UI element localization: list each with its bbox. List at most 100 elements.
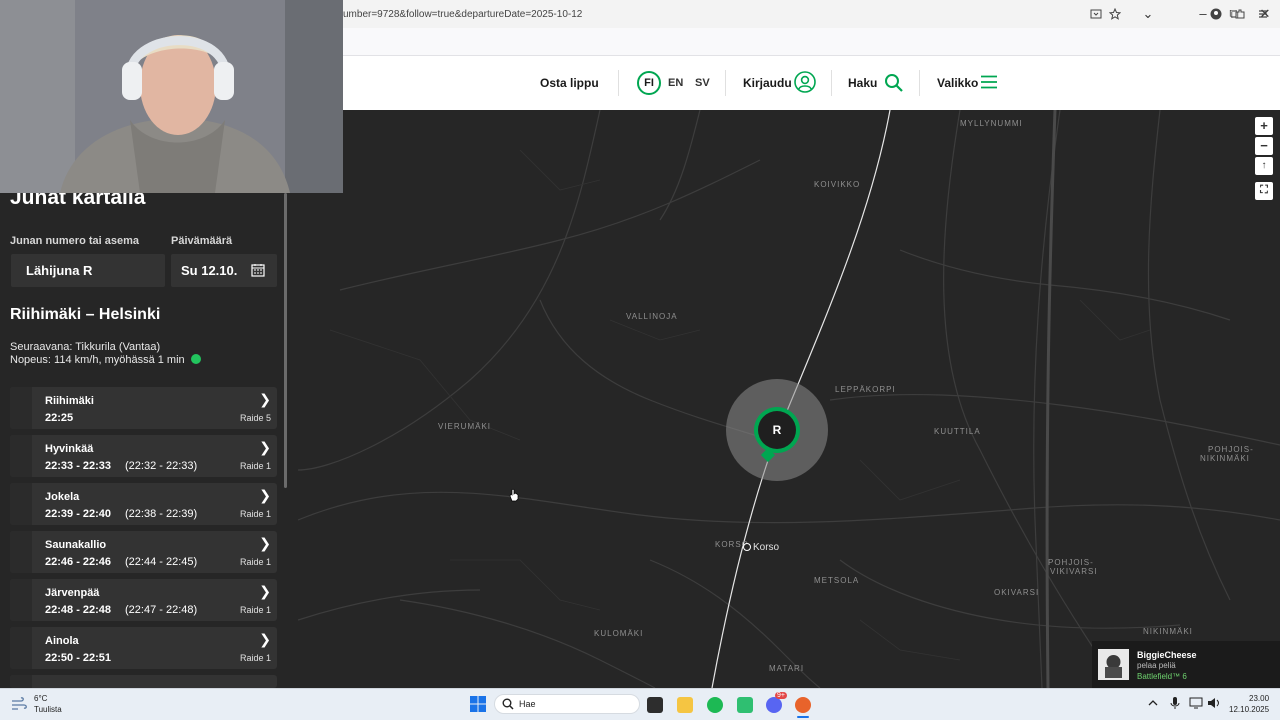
- stop-time: 22:39 - 22:40: [45, 508, 112, 520]
- speed-text: Nopeus: 114 km/h, myöhässä 1 min: [10, 354, 185, 366]
- map-label: NIKINMÄKI: [1200, 454, 1250, 463]
- fullscreen-button[interactable]: ⛶: [1255, 182, 1273, 200]
- stop-track: Raide 1: [239, 461, 271, 471]
- status-dot: [190, 354, 201, 364]
- tray-chevron-up-icon[interactable]: [1148, 699, 1158, 707]
- stop-scheduled-time: (22:44 - 22:45): [125, 556, 198, 568]
- url-text[interactable]: umber=9728&follow=true&departureDate=202…: [343, 9, 582, 20]
- discord-icon[interactable]: [766, 697, 782, 713]
- header-divider: [618, 70, 619, 96]
- chevron-right-icon: ❯: [259, 631, 271, 647]
- search-icon: [502, 698, 514, 710]
- browser-menu-icon[interactable]: [1257, 8, 1269, 20]
- chevron-right-icon: ❯: [259, 535, 271, 551]
- map-label: KUUTTILA: [934, 427, 981, 436]
- stop-name: Järvenpää: [45, 587, 100, 599]
- sidebar-scrollbar[interactable]: [284, 193, 287, 488]
- stop-item[interactable]: Saunakallio 22:46 - 22:46 (22:44 - 22:45…: [10, 531, 277, 573]
- app-icon[interactable]: [737, 697, 753, 713]
- stop-item[interactable]: Jokela 22:39 - 22:40 (22:38 - 22:39) Rai…: [10, 483, 277, 525]
- stop-scheduled-time: (22:38 - 22:39): [125, 508, 198, 520]
- network-icon[interactable]: [1189, 697, 1203, 709]
- game-activity-notification[interactable]: BiggieCheese pelaa peliä Battlefield™ 6: [1092, 641, 1280, 688]
- map-label: MYLLYNUMMI: [960, 119, 1023, 128]
- wind-weather-icon[interactable]: [11, 697, 27, 711]
- taskbar-search-box[interactable]: [494, 694, 640, 714]
- train-marker-label[interactable]: R: [758, 411, 796, 449]
- spotify-icon[interactable]: [707, 697, 723, 713]
- buy-ticket-link[interactable]: Osta lippu: [540, 76, 599, 90]
- map-label: LEPPÄKORPI: [835, 385, 896, 394]
- chevron-right-icon: ❯: [259, 583, 271, 599]
- search-icon[interactable]: [884, 73, 904, 93]
- stop-time: 22:50 - 22:51: [45, 652, 112, 664]
- station-marker[interactable]: [743, 543, 751, 551]
- stop-item[interactable]: Riihimäki 22:25 Raide 5 ❯: [10, 387, 277, 429]
- stop-name: Riihimäki: [45, 395, 94, 407]
- user-icon[interactable]: [794, 71, 816, 93]
- stop-name: Hyvinkää: [45, 443, 94, 455]
- hamburger-menu-icon[interactable]: [980, 75, 998, 89]
- notification-username: BiggieCheese: [1137, 650, 1197, 660]
- notification-game: Battlefield™ 6: [1137, 672, 1187, 681]
- stop-item[interactable]: [10, 675, 277, 688]
- avatar: [1098, 649, 1129, 680]
- chevron-right-icon: ❯: [259, 439, 271, 455]
- map-label: NIKINMÄKI: [1143, 627, 1193, 636]
- map-label: VIERUMÄKI: [438, 422, 492, 431]
- weather-temp[interactable]: 6°C: [34, 694, 47, 703]
- tab-list-icon[interactable]: ⌄: [1138, 6, 1158, 22]
- lang-fi-button[interactable]: FI: [637, 71, 661, 95]
- login-link[interactable]: Kirjaudu: [743, 76, 792, 90]
- file-explorer-icon[interactable]: [677, 697, 693, 713]
- map-label: OKIVARSI: [994, 588, 1040, 597]
- stop-name: Jokela: [45, 491, 80, 503]
- reader-view-icon[interactable]: [1090, 8, 1102, 20]
- search-link[interactable]: Haku: [848, 76, 877, 90]
- reset-north-button[interactable]: ↑: [1255, 157, 1273, 175]
- map-label: MATARI: [769, 664, 805, 673]
- bookmark-star-icon[interactable]: [1109, 8, 1121, 20]
- taskbar-search-placeholder[interactable]: Hae: [519, 699, 536, 709]
- stop-progress-strip: [10, 675, 32, 688]
- weather-desc[interactable]: Tuulista: [34, 705, 62, 714]
- map-label: KOIVIKKO: [814, 180, 861, 189]
- account-icon[interactable]: [1210, 8, 1222, 20]
- notification-badge: 9+: [775, 692, 787, 699]
- stop-item[interactable]: Ainola 22:50 - 22:51 Raide 1 ❯: [10, 627, 277, 669]
- chevron-right-icon: ❯: [259, 391, 271, 407]
- clock-date[interactable]: 12.10.2025: [1229, 705, 1269, 714]
- task-view-icon[interactable]: [647, 697, 663, 713]
- station-label: Korso: [753, 542, 780, 553]
- zoom-in-button[interactable]: +: [1255, 117, 1273, 135]
- calendar-icon[interactable]: [251, 263, 265, 277]
- speed-status: Nopeus: 114 km/h, myöhässä 1 min: [10, 354, 201, 366]
- stop-item[interactable]: Hyvinkää 22:33 - 22:33 (22:32 - 22:33) R…: [10, 435, 277, 477]
- windows-start-icon[interactable]: [470, 696, 486, 712]
- volume-icon[interactable]: [1207, 697, 1221, 709]
- stop-time: 22:25: [45, 412, 74, 424]
- lang-sv-button[interactable]: SV: [695, 77, 710, 89]
- firefox-icon[interactable]: [795, 697, 811, 713]
- train-search-input[interactable]: Lähijuna R: [11, 254, 165, 287]
- stop-name: Ainola: [45, 635, 79, 647]
- stop-track: Raide 1: [239, 653, 271, 663]
- stop-track: Raide 5: [239, 413, 271, 423]
- lang-en-button[interactable]: EN: [668, 77, 683, 89]
- microphone-icon[interactable]: [1170, 697, 1180, 710]
- stop-item[interactable]: Järvenpää 22:48 - 22:48 (22:47 - 22:48) …: [10, 579, 277, 621]
- clock-time[interactable]: 23.00: [1249, 694, 1269, 703]
- stop-scheduled-time: (22:47 - 22:48): [125, 604, 198, 616]
- streamer-portrait: [0, 0, 343, 193]
- stop-progress-strip: [10, 627, 32, 669]
- map-label: KULOMÄKI: [594, 629, 644, 638]
- chevron-right-icon: ❯: [259, 487, 271, 503]
- extensions-icon[interactable]: [1234, 8, 1246, 20]
- map-label: POHJOIS-: [1208, 445, 1254, 454]
- menu-link[interactable]: Valikko: [937, 76, 978, 90]
- date-field-label: Päivämäärä: [171, 235, 233, 247]
- stop-progress-strip: [10, 579, 32, 621]
- stop-scheduled-time: (22:32 - 22:33): [125, 460, 198, 472]
- zoom-out-button[interactable]: −: [1255, 137, 1273, 155]
- map-view[interactable]: MYLLYNUMMI KOIVIKKO VALLINOJA LEPPÄKORPI…: [298, 110, 1280, 688]
